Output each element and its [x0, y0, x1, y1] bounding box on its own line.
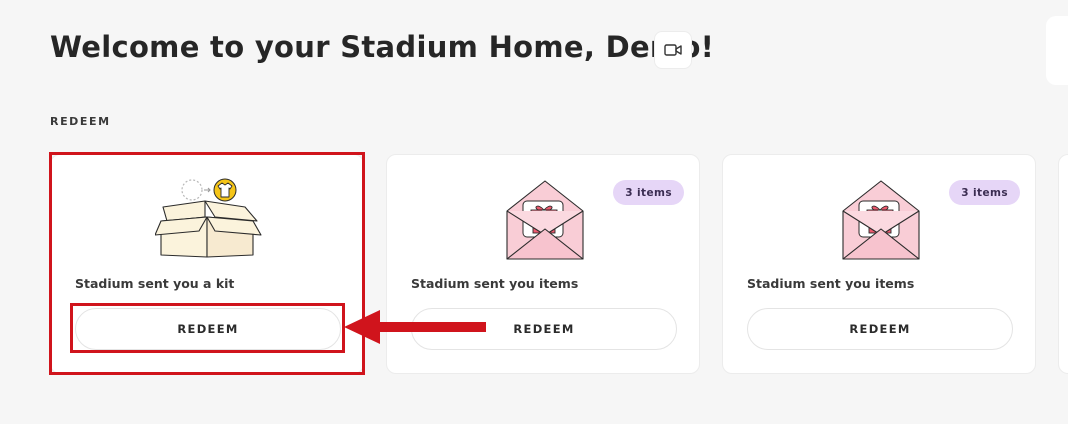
- annotation-arrow-icon: [344, 310, 486, 344]
- item-count-badge: 3 items: [949, 180, 1020, 205]
- annotation-button-highlight: [70, 303, 345, 353]
- card-title: Stadium sent you items: [411, 276, 579, 291]
- card-title: Stadium sent you items: [747, 276, 915, 291]
- video-camera-icon: [664, 44, 682, 56]
- redeem-card-partial: [1058, 154, 1068, 374]
- envelope-gift-illustration: [506, 180, 584, 260]
- redeem-button[interactable]: REDEEM: [747, 308, 1013, 350]
- item-count-badge: 3 items: [613, 180, 684, 205]
- page-title: Welcome to your Stadium Home, Demo!: [50, 30, 715, 64]
- video-button[interactable]: [654, 31, 692, 69]
- top-right-panel: [1046, 16, 1068, 85]
- redeem-card-items: 3 items Stadium sent you items REDEEM: [722, 154, 1036, 374]
- section-label: REDEEM: [50, 115, 111, 128]
- envelope-gift-illustration: [842, 180, 920, 260]
